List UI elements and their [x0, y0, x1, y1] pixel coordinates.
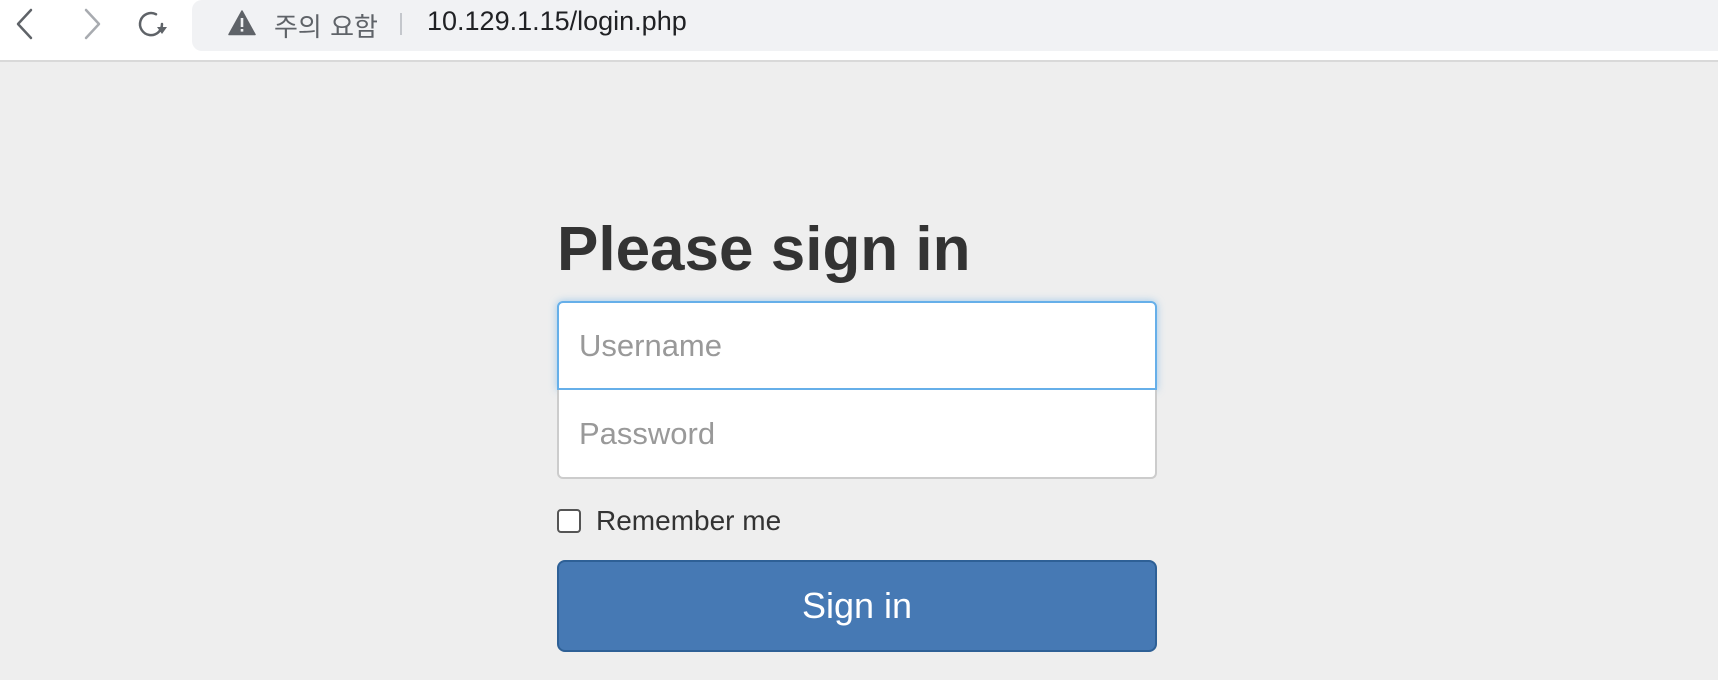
address-bar[interactable]: 주의 요함 10.129.1.15/login.php: [192, 0, 1718, 51]
url-text[interactable]: 10.129.1.15/login.php: [427, 6, 687, 37]
reload-button[interactable]: [131, 4, 171, 44]
page-title: Please sign in: [557, 215, 971, 284]
remember-me-option[interactable]: Remember me: [557, 505, 782, 536]
back-button[interactable]: [5, 4, 45, 44]
security-warning-label[interactable]: 주의 요함: [274, 7, 378, 44]
chevron-left-icon: [16, 8, 33, 40]
forward-button[interactable]: [72, 4, 112, 44]
username-input[interactable]: [557, 301, 1157, 390]
warning-icon: [228, 10, 256, 36]
address-divider: [400, 13, 402, 35]
browser-toolbar: 주의 요함 10.129.1.15/login.php: [0, 0, 1718, 62]
chevron-right-icon: [84, 8, 101, 40]
reload-icon: [138, 11, 167, 37]
remember-me-label: Remember me: [596, 505, 782, 536]
sign-in-button[interactable]: Sign in: [557, 560, 1157, 652]
password-input[interactable]: [557, 390, 1157, 479]
remember-me-checkbox[interactable]: [557, 509, 581, 533]
